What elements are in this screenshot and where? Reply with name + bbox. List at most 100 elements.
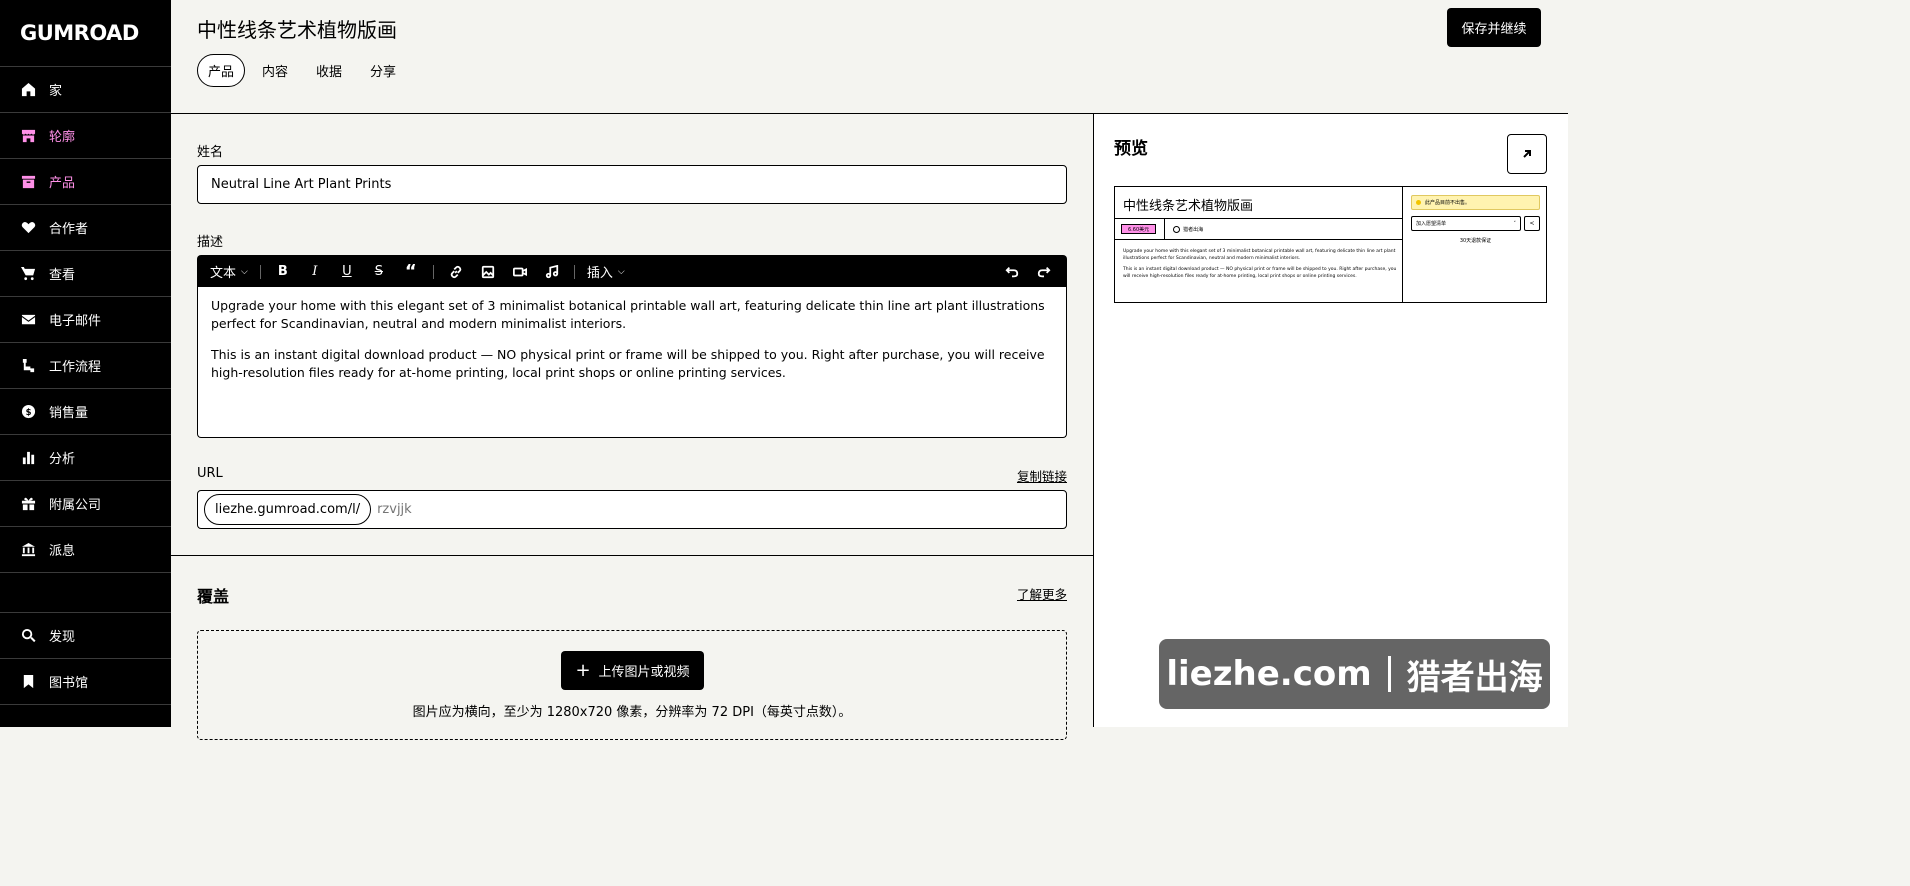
preview-wishlist-select: 加入愿望清单 ˅	[1411, 216, 1521, 231]
tab-product[interactable]: 产品	[197, 54, 246, 87]
cover-section-title: 覆盖	[197, 587, 230, 606]
preview-side-column: 此产品目前不出售。 加入愿望清单 ˅ < 30天退款保证	[1409, 187, 1546, 302]
underline-icon[interactable]: U	[337, 261, 357, 283]
sidebar-item-label: 派息	[49, 544, 76, 559]
sidebar-item-checkout[interactable]: 查看	[0, 251, 171, 297]
sidebar-item-payouts[interactable]: 派息	[0, 527, 171, 573]
preview-price-tag: 6.60美元	[1121, 224, 1157, 234]
chevron-down-icon: ⌵	[617, 266, 625, 277]
bank-icon	[20, 542, 36, 558]
cart-icon	[20, 266, 36, 282]
sidebar-item-discover[interactable]: 发现	[0, 613, 171, 659]
sidebar-item-analytics[interactable]: 分析	[0, 435, 171, 481]
preview-product-title: 中性线条艺术植物版画	[1123, 199, 1254, 214]
handshake-icon	[20, 220, 36, 236]
save-and-continue-button[interactable]: 保存并继续	[1447, 8, 1541, 47]
image-icon[interactable]	[478, 261, 498, 283]
copy-link-button[interactable]: 复制链接	[1017, 466, 1067, 485]
sidebar-item-profile[interactable]: 轮廓	[0, 113, 171, 159]
sidebar-item-label: 合作者	[49, 222, 89, 237]
gumroad-logo[interactable]: GUMROAD	[0, 0, 171, 67]
watermark-domain: liezhe.com	[1166, 654, 1372, 694]
tab-receipt[interactable]: 收据	[305, 54, 353, 87]
redo-icon[interactable]	[1034, 261, 1054, 283]
sidebar-item-sales[interactable]: $ 销售量	[0, 389, 171, 435]
video-icon[interactable]	[510, 261, 530, 283]
tab-bar: 产品 内容 收据 分享	[197, 54, 407, 87]
sidebar-item-affiliates[interactable]: 附属公司	[0, 481, 171, 527]
name-input[interactable]: Neutral Line Art Plant Prints	[197, 165, 1067, 204]
product-preview-card: 中性线条艺术植物版画 6.60美元 猎者出海 Upgrade your home…	[1114, 186, 1547, 303]
tab-content[interactable]: 内容	[251, 54, 299, 87]
preview-wishlist-label: 加入愿望清单	[1416, 221, 1447, 227]
preview-title: 预览	[1114, 139, 1148, 159]
preview-panel: 预览 中性线条艺术植物版画 6.60美元 猎者出海 Upgrade your h…	[1093, 114, 1568, 727]
url-prefix: liezhe.gumroad.com/l/	[204, 494, 372, 525]
toolbar-divider	[573, 264, 575, 279]
music-icon[interactable]	[542, 261, 562, 283]
bar-chart-icon	[20, 450, 36, 466]
tab-share[interactable]: 分享	[359, 54, 407, 87]
text-style-label: 文本	[210, 266, 237, 281]
dollar-icon: $	[20, 404, 36, 420]
description-editor[interactable]: Upgrade your home with this elegant set …	[197, 287, 1067, 438]
preview-warning-text: 此产品目前不出售。	[1425, 200, 1471, 206]
sidebar-item-collaborators[interactable]: 合作者	[0, 205, 171, 251]
insert-label: 插入	[586, 266, 613, 281]
sidebar-item-workflows[interactable]: 工作流程	[0, 343, 171, 389]
cover-upload-area[interactable]: + 上传图片或视频 图片应为横向，至少为 1280x720 像素，分辨率为 72…	[197, 630, 1067, 740]
upload-image-or-video-button[interactable]: + 上传图片或视频	[561, 651, 704, 690]
archive-icon	[20, 174, 36, 190]
preview-description-paragraph: Upgrade your home with this elegant set …	[1123, 249, 1396, 261]
description-label: 描述	[197, 235, 224, 250]
chevron-down-icon: ⌵	[241, 266, 248, 277]
link-icon[interactable]	[446, 261, 466, 283]
sidebar-item-label: 销售量	[49, 406, 89, 421]
page-title: 中性线条艺术植物版画	[197, 18, 397, 42]
sidebar-item-label: 产品	[49, 176, 76, 191]
storefront-icon	[20, 128, 36, 144]
quote-icon[interactable]: “	[401, 261, 421, 283]
search-icon	[20, 628, 36, 644]
watermark: liezhe.com 猎者出海	[1159, 639, 1550, 709]
toolbar-divider	[432, 264, 434, 279]
url-slug-input[interactable]	[377, 502, 778, 517]
svg-text:$: $	[25, 407, 31, 417]
open-preview-button[interactable]	[1507, 134, 1547, 174]
warning-icon	[1416, 200, 1421, 205]
preview-price-row: 6.60美元 猎者出海	[1115, 218, 1402, 240]
preview-seller-name: 猎者出海	[1183, 226, 1204, 233]
preview-seller: 猎者出海	[1173, 225, 1204, 233]
learn-more-link[interactable]: 了解更多	[1017, 584, 1067, 603]
sidebar-item-label: 发现	[49, 630, 76, 645]
product-form: 姓名 Neutral Line Art Plant Prints 描述 文本 ⌵ …	[171, 114, 1093, 740]
watermark-divider	[1387, 656, 1391, 692]
name-label: 姓名	[197, 145, 224, 160]
text-style-dropdown[interactable]: 文本 ⌵	[210, 261, 248, 283]
sidebar-item-home[interactable]: 家	[0, 67, 171, 113]
undo-icon[interactable]	[1002, 261, 1022, 283]
sidebar-item-label: 分析	[49, 452, 76, 467]
plus-icon: +	[575, 660, 591, 681]
insert-dropdown[interactable]: 插入 ⌵	[587, 261, 625, 283]
bold-icon[interactable]: B	[273, 261, 293, 283]
description-paragraph: Upgrade your home with this elegant set …	[211, 298, 1045, 331]
sidebar-item-label: 轮廓	[49, 130, 76, 145]
strikethrough-icon[interactable]: S	[369, 261, 389, 283]
chevron-down-icon: ˅	[1513, 220, 1517, 227]
italic-icon[interactable]: I	[305, 261, 325, 283]
sidebar-item-label: 家	[49, 84, 63, 99]
sidebar-item-library[interactable]: 图书馆	[0, 659, 171, 705]
sidebar-item-emails[interactable]: 电子邮件	[0, 297, 171, 343]
bookmark-icon	[20, 674, 36, 690]
avatar	[1173, 225, 1181, 233]
home-icon	[20, 82, 36, 98]
upload-button-label: 上传图片或视频	[598, 665, 690, 680]
preview-divider	[1164, 218, 1166, 240]
upload-hint: 图片应为横向，至少为 1280x720 像素，分辨率为 72 DPI（每英寸点数…	[412, 705, 852, 720]
editor-toolbar: 文本 ⌵ B I U S “ 插入 ⌵	[197, 255, 1067, 288]
sidebar-item-label: 工作流程	[49, 360, 102, 375]
sidebar-item-products[interactable]: 产品	[0, 159, 171, 205]
section-divider	[171, 555, 1093, 556]
sidebar: GUMROAD 家 轮廓 产品 合作者 查看 电子邮件 工作流程 $ 销售量 分…	[0, 0, 171, 727]
